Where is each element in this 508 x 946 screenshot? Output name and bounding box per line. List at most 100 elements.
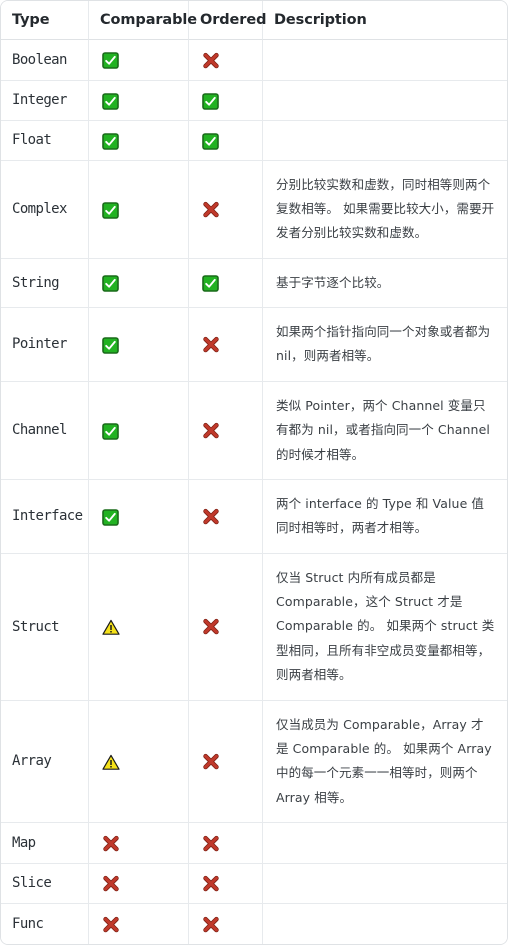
cell-comparable bbox=[89, 553, 189, 701]
table-row: Slice bbox=[1, 863, 507, 904]
cell-ordered bbox=[189, 863, 263, 904]
cell-description bbox=[263, 120, 507, 161]
red-cross-icon bbox=[202, 835, 220, 853]
yellow-warning-icon bbox=[102, 754, 120, 771]
red-cross-icon bbox=[202, 618, 220, 636]
cell-type: Array bbox=[1, 700, 89, 823]
cell-description bbox=[263, 904, 507, 944]
cell-description: 基于字节逐个比较。 bbox=[263, 258, 507, 308]
cell-comparable bbox=[89, 479, 189, 554]
column-header-description: Description bbox=[263, 1, 507, 40]
cell-ordered bbox=[189, 80, 263, 121]
table-body: Boolean Integer Float Complex 分别比较实数和虚数，同时相等… bbox=[1, 40, 507, 944]
cell-type: Struct bbox=[1, 553, 89, 701]
cell-type: Channel bbox=[1, 381, 89, 480]
cell-ordered bbox=[189, 40, 263, 81]
red-cross-icon bbox=[102, 916, 120, 934]
green-check-icon bbox=[102, 52, 119, 70]
red-cross-icon bbox=[202, 875, 220, 893]
red-cross-icon bbox=[202, 753, 220, 771]
red-cross-icon bbox=[202, 336, 220, 354]
green-check-icon bbox=[102, 423, 119, 440]
cell-comparable bbox=[89, 120, 189, 161]
cell-description bbox=[263, 863, 507, 904]
red-cross-icon bbox=[202, 508, 220, 526]
table-row: Channel 类似 Pointer，两个 Channel 变量只有都为 nil，… bbox=[1, 381, 507, 480]
red-cross-icon bbox=[102, 875, 120, 893]
cell-description bbox=[263, 40, 507, 81]
cell-type: Boolean bbox=[1, 40, 89, 81]
cell-description: 分别比较实数和虚数，同时相等则两个复数相等。 如果需要比较大小，需要开发者分别比… bbox=[263, 160, 507, 259]
table-row: Boolean bbox=[1, 40, 507, 81]
cell-ordered bbox=[189, 308, 263, 382]
red-cross-icon bbox=[202, 52, 220, 70]
green-check-icon bbox=[102, 275, 119, 293]
cell-comparable bbox=[89, 258, 189, 308]
cell-description: 类似 Pointer，两个 Channel 变量只有都为 nil，或者指向同一个… bbox=[263, 381, 507, 480]
cell-comparable bbox=[89, 700, 189, 823]
cell-comparable bbox=[89, 863, 189, 904]
table-row: Integer bbox=[1, 80, 507, 121]
green-check-icon bbox=[102, 508, 119, 526]
green-check-icon bbox=[202, 132, 219, 150]
cell-type: Pointer bbox=[1, 308, 89, 382]
cell-ordered bbox=[189, 700, 263, 823]
go-type-comparability-table: Type Comparable Ordered Description Bool… bbox=[0, 0, 508, 945]
table-row: Float bbox=[1, 120, 507, 161]
cell-type: String bbox=[1, 258, 89, 308]
cell-ordered bbox=[189, 381, 263, 480]
cell-type: Float bbox=[1, 120, 89, 161]
cell-description: 仅当成员为 Comparable，Array 才是 Comparable 的。 … bbox=[263, 700, 507, 823]
green-check-icon bbox=[202, 92, 219, 110]
table-row: Pointer 如果两个指针指向同一个对象或者都为 nil，则两者相等。 bbox=[1, 308, 507, 382]
cell-type: Map bbox=[1, 823, 89, 864]
cell-ordered bbox=[189, 479, 263, 554]
red-cross-icon bbox=[202, 201, 220, 219]
column-header-type: Type bbox=[1, 1, 89, 40]
table-row: Complex 分别比较实数和虚数，同时相等则两个复数相等。 如果需要比较大小，需… bbox=[1, 160, 507, 259]
cell-comparable bbox=[89, 40, 189, 81]
green-check-icon bbox=[102, 201, 119, 219]
red-cross-icon bbox=[202, 916, 220, 934]
cell-ordered bbox=[189, 904, 263, 944]
cell-comparable bbox=[89, 381, 189, 480]
table-row: Func bbox=[1, 904, 507, 944]
green-check-icon bbox=[102, 92, 119, 110]
cell-type: Integer bbox=[1, 80, 89, 121]
cell-description: 如果两个指针指向同一个对象或者都为 nil，则两者相等。 bbox=[263, 308, 507, 382]
table-row: Interface 两个 interface 的 Type 和 Value 值同时… bbox=[1, 479, 507, 554]
cell-comparable bbox=[89, 160, 189, 259]
table-header: Type Comparable Ordered Description bbox=[1, 1, 507, 40]
column-header-ordered: Ordered bbox=[189, 1, 266, 40]
cell-ordered bbox=[189, 823, 263, 864]
red-cross-icon bbox=[102, 835, 120, 853]
red-cross-icon bbox=[202, 422, 220, 440]
table-row: String 基于字节逐个比较。 bbox=[1, 258, 507, 308]
cell-type: Complex bbox=[1, 160, 89, 259]
cell-ordered bbox=[189, 553, 263, 701]
header-row: Type Comparable Ordered Description bbox=[1, 1, 507, 40]
cell-ordered bbox=[189, 160, 263, 259]
table-row: Struct 仅当 Struct 内所有成员都是 Comparable，这个 St… bbox=[1, 553, 507, 701]
green-check-icon bbox=[102, 337, 119, 354]
table-row: Array 仅当成员为 Comparable，Array 才是 Comparabl… bbox=[1, 700, 507, 823]
cell-comparable bbox=[89, 823, 189, 864]
column-header-comparable: Comparable bbox=[89, 1, 197, 40]
cell-type: Interface bbox=[1, 479, 89, 554]
cell-type: Slice bbox=[1, 863, 89, 904]
cell-comparable bbox=[89, 904, 189, 944]
cell-type: Func bbox=[1, 904, 89, 944]
cell-description bbox=[263, 823, 507, 864]
cell-ordered bbox=[189, 120, 263, 161]
table-row: Map bbox=[1, 823, 507, 864]
green-check-icon bbox=[202, 275, 219, 293]
cell-comparable bbox=[89, 80, 189, 121]
cell-comparable bbox=[89, 308, 189, 382]
cell-description: 两个 interface 的 Type 和 Value 值同时相等时，两者才相等… bbox=[263, 479, 507, 554]
type-comparison-table-container: Type Comparable Ordered Description Bool… bbox=[0, 0, 508, 945]
green-check-icon bbox=[102, 132, 119, 150]
cell-ordered bbox=[189, 258, 263, 308]
cell-description bbox=[263, 80, 507, 121]
yellow-warning-icon bbox=[102, 619, 120, 636]
cell-description: 仅当 Struct 内所有成员都是 Comparable，这个 Struct 才… bbox=[263, 553, 507, 701]
